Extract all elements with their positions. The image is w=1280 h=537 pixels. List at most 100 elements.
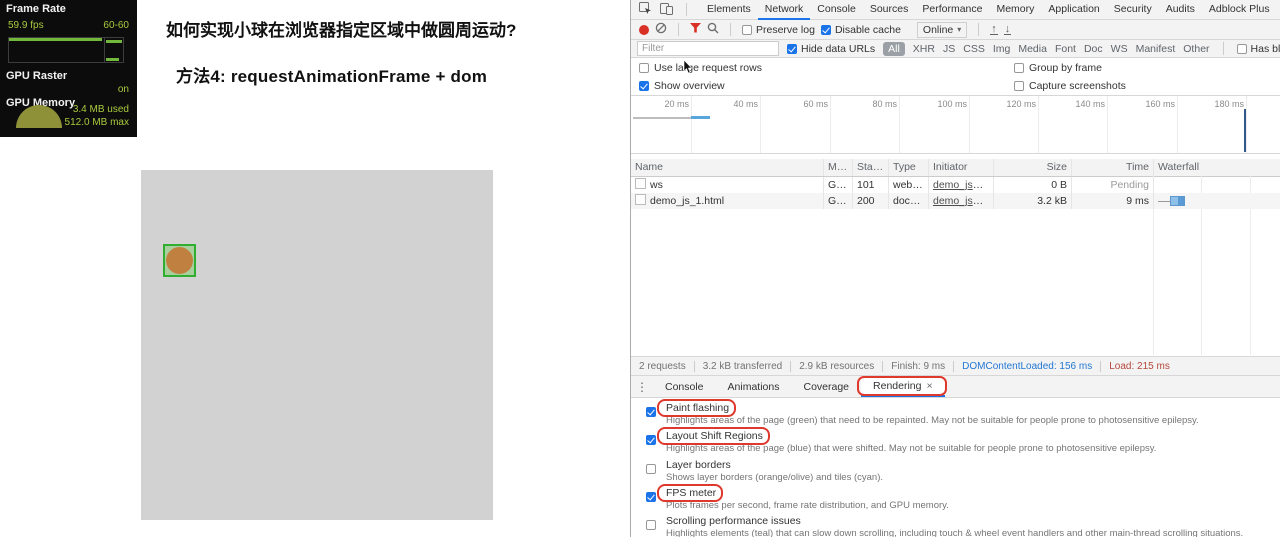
demo-webpage: 如何实现小球在浏览器指定区域中做圆周运动? 方法4: requestAnimat… [0,0,630,537]
type-filter-other[interactable]: Other [1183,43,1209,55]
page-root: 如何实现小球在浏览器指定区域中做圆周运动? 方法4: requestAnimat… [0,0,1280,537]
tab-editthiscookie[interactable]: EditThisCo [1277,0,1280,20]
type-filter-all[interactable]: All [883,41,905,56]
type-filter-doc[interactable]: Doc [1084,43,1103,55]
preserve-log-checkbox[interactable]: Preserve log [742,24,815,36]
drawer-tab-console[interactable]: Console [653,376,716,397]
checkbox-icon[interactable] [1014,81,1024,91]
clear-icon[interactable] [655,22,667,37]
checkbox-icon[interactable] [646,435,656,445]
initiator-link[interactable]: demo_js_1… [933,195,993,207]
checkbox-icon[interactable] [1014,63,1024,73]
type-filter-media[interactable]: Media [1018,43,1047,55]
overview-request-bar-tip [691,116,710,119]
waterfall-bar [1170,196,1185,206]
type-filter-ws[interactable]: WS [1111,43,1128,55]
tab-elements[interactable]: Elements [700,0,758,20]
group-by-frame-checkbox[interactable]: Group by frame [1014,62,1102,74]
type-filter-font[interactable]: Font [1055,43,1076,55]
inspect-icon[interactable] [639,1,652,18]
type-filter-manifest[interactable]: Manifest [1136,43,1176,55]
option-description: Highlights areas of the page (green) tha… [666,415,1199,426]
use-large-request-rows-checkbox[interactable]: Use large request rows [639,62,762,74]
record-icon[interactable] [639,24,649,35]
tab-network[interactable]: Network [757,0,811,20]
col-initiator[interactable]: Initiator [929,159,994,176]
import-har-icon[interactable]: ↑ [990,24,998,35]
initiator-link[interactable]: demo_js_1… [933,179,993,191]
option-label[interactable]: Paint flashing [656,399,737,417]
col-time[interactable]: Time [1072,159,1154,176]
option-label[interactable]: Layer borders [666,459,731,471]
tab-memory[interactable]: Memory [989,0,1041,20]
export-har-icon[interactable]: ↓ [1003,24,1012,35]
gpu-raster-state: on [117,84,129,95]
throttling-select[interactable]: Online ▾ [916,21,968,38]
option-label[interactable]: Layout Shift Regions [657,427,770,445]
checkbox-icon[interactable] [646,492,656,502]
devtools-drawer: ⋮ Console Animations Coverage Rendering … [631,375,1280,537]
drawer-tab-coverage[interactable]: Coverage [791,376,861,397]
disable-cache-checkbox[interactable]: Disable cache [820,24,901,36]
table-row[interactable]: demo_js_1.html GET 200 docu… demo_js_1… … [631,193,1280,209]
gpu-memory-used: 3.4 MB used [72,104,129,115]
col-type[interactable]: Type [889,159,929,176]
gpu-memory-max: 512.0 MB max [64,117,129,128]
tick-label: 140 ms [1075,99,1105,109]
table-row[interactable]: ws GET 101 webs… demo_js_1… 0 B Pending [631,177,1280,193]
tab-audits[interactable]: Audits [1159,0,1202,20]
file-icon [635,194,646,205]
devtools-panel: Elements Network Console Sources Perform… [630,0,1280,537]
checkbox-icon[interactable] [646,407,656,417]
fps-value: 59.9 fps [8,20,44,31]
type-filter-xhr[interactable]: XHR [913,43,935,55]
col-name[interactable]: Name [631,159,824,176]
summary-transferred: 3.2 kB transferred [695,360,792,372]
option-label[interactable]: Scrolling performance issues [666,515,801,527]
col-method[interactable]: Met… [824,159,853,176]
close-icon[interactable]: × [926,380,932,392]
checkbox-icon[interactable] [742,24,752,35]
tab-sources[interactable]: Sources [863,0,916,20]
checkbox-icon[interactable] [820,24,831,35]
filter-input[interactable] [637,41,779,56]
type-filter-img[interactable]: Img [993,43,1011,55]
drawer-tab-animations[interactable]: Animations [716,376,792,397]
checkbox-icon[interactable] [639,81,649,91]
tab-security[interactable]: Security [1107,0,1159,20]
tick-label: 20 ms [664,99,689,109]
search-icon[interactable] [707,22,719,37]
table-header: Name Met… Status Type Initiator Size Tim… [631,159,1280,177]
col-size[interactable]: Size [994,159,1072,176]
network-overview-strip[interactable]: 20 ms 40 ms 60 ms 80 ms 100 ms 120 ms 14… [631,96,1280,154]
more-menu-icon[interactable]: ⋮ [631,376,653,397]
capture-screenshots-checkbox[interactable]: Capture screenshots [1014,80,1126,92]
type-filter-css[interactable]: CSS [963,43,985,55]
tab-console[interactable]: Console [810,0,863,20]
col-waterfall[interactable]: Waterfall [1154,159,1280,176]
load-event-marker [1244,109,1246,152]
filter-icon[interactable] [690,23,701,36]
method-subtitle: 方法4: requestAnimationFrame + dom [176,67,488,86]
has-blocked-cookies-checkbox[interactable]: Has blocked cookies [1236,43,1280,55]
waterfall-connector [1158,201,1170,202]
checkbox-icon[interactable] [1236,43,1247,54]
device-toolbar-icon[interactable] [660,2,673,18]
overview-request-bar [633,117,691,119]
drawer-tab-rendering[interactable]: Rendering × [857,376,947,397]
col-status[interactable]: Status [853,159,889,176]
checkbox-icon[interactable] [787,43,797,54]
hide-data-urls-checkbox[interactable]: Hide data URLs [787,43,875,55]
option-description: Highlights elements (teal) that can slow… [666,528,1244,537]
checkbox-icon[interactable] [639,63,649,73]
tab-application[interactable]: Application [1041,0,1106,20]
tab-performance[interactable]: Performance [915,0,989,20]
checkbox-icon[interactable] [646,464,656,474]
show-overview-checkbox[interactable]: Show overview [639,80,725,92]
type-filter-js[interactable]: JS [943,43,955,55]
tab-adblock-plus[interactable]: Adblock Plus [1202,0,1277,20]
option-label[interactable]: FPS meter [656,484,724,502]
rendering-option-paint-flashing: Paint flashing Highlights areas of the p… [631,399,1280,426]
checkbox-icon[interactable] [646,520,656,530]
option-description: Plots frames per second, frame rate dist… [666,500,949,511]
